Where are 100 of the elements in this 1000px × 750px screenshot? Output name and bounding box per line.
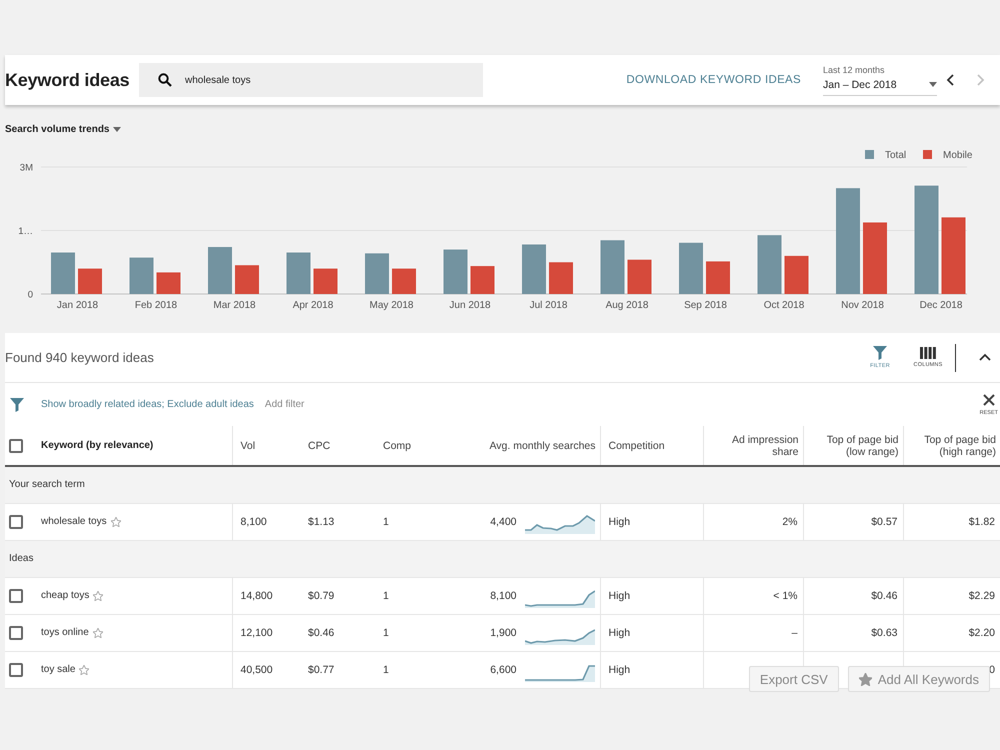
table-cell: High [600, 651, 703, 688]
chevron-right-icon [976, 74, 984, 86]
date-range-select[interactable]: Jan – Dec 2018 [823, 76, 937, 96]
download-link[interactable]: DOWNLOAD KEYWORD IDEAS [626, 74, 801, 86]
table-cell: $0.57 [803, 503, 903, 540]
x-tick-label: Sep 2018 [684, 300, 727, 311]
table-cell: $0.46 [300, 614, 375, 651]
table-cell: 1 [375, 503, 470, 540]
filter-icon [10, 398, 24, 412]
chart-bar [784, 256, 808, 294]
table-cell: High [600, 503, 703, 540]
search-count: 6,600 [490, 664, 516, 676]
table-cell: 1 [375, 577, 470, 614]
x-tick-label: Apr 2018 [292, 300, 334, 311]
trend-sparkline [524, 664, 594, 682]
y-tick-label: 1… [18, 226, 33, 237]
trend-sparkline [524, 590, 594, 608]
legend-label: Mobile [943, 150, 972, 161]
table-cell: 2% [703, 503, 803, 540]
date-range-label: Last 12 months [823, 64, 886, 76]
chart-bar [156, 272, 180, 294]
chart-bar [444, 250, 468, 294]
search-field[interactable]: wholesale toys [139, 63, 483, 97]
applied-filters-link[interactable]: Show broadly related ideas; Exclude adult ideas [41, 399, 254, 410]
keyword-text[interactable]: wholesale toys [41, 516, 107, 527]
trend-sparkline [524, 514, 594, 534]
results-summary: Found 940 keyword ideas [5, 350, 154, 365]
x-tick-label: Nov 2018 [841, 300, 884, 311]
page-title: Keyword ideas [5, 70, 130, 90]
chart-bar [51, 252, 75, 294]
row-checkbox[interactable] [9, 514, 23, 528]
x-tick-label: Jan 2018 [56, 300, 98, 311]
x-tick-label: Aug 2018 [606, 300, 648, 311]
star-icon [92, 628, 103, 638]
filter-icon [873, 346, 887, 360]
chart-bar [208, 247, 232, 294]
star-icon [110, 516, 121, 526]
star-icon [79, 664, 90, 674]
x-tick-label: May 2018 [370, 300, 414, 311]
row-checkbox[interactable] [9, 662, 23, 676]
x-tick-label: Feb 2018 [134, 300, 178, 311]
columns-icon [920, 347, 936, 359]
table-cell: High [600, 614, 703, 651]
table-cell: $0.46 [803, 577, 903, 614]
close-icon [982, 394, 995, 406]
chart-bar [235, 265, 259, 294]
table-cell: 40,500 [232, 651, 300, 688]
table-cell: $2.29 [903, 577, 1000, 614]
chart-bar [314, 268, 338, 294]
chart-bar [863, 222, 887, 294]
table-cell: 14,800 [232, 577, 300, 614]
select-all-checkbox[interactable] [9, 438, 23, 452]
table-cell: $0.79 [300, 577, 375, 614]
chart-bar [130, 258, 154, 294]
table-cell: $1.82 [903, 503, 1000, 540]
keyword-text[interactable]: toys online [41, 627, 89, 638]
caret-icon [113, 126, 122, 132]
chart-bar [392, 268, 416, 294]
table-cell: – [703, 614, 803, 651]
x-tick-label: Mar 2018 [213, 300, 256, 311]
trends-dropdown[interactable]: Search volume trends [5, 121, 122, 137]
chart-bar [628, 260, 652, 294]
y-tick-label: 0 [28, 290, 33, 300]
star-icon [93, 590, 104, 600]
search-icon [158, 73, 172, 87]
chevron-up-icon [979, 353, 991, 362]
y-tick-label: 3M [20, 162, 33, 174]
chart-bar [286, 252, 310, 294]
trend-sparkline [524, 628, 594, 644]
add-filter-button[interactable]: Add filter [264, 399, 304, 410]
chart-bar [600, 240, 624, 294]
table-cell: 1 [375, 614, 470, 651]
x-tick-label: Oct 2018 [764, 300, 804, 311]
star-icon [858, 672, 872, 686]
x-tick-label: Jun 2018 [449, 300, 491, 311]
search-count: 8,100 [490, 590, 516, 602]
chevron-left-icon [946, 74, 954, 86]
keyword-text[interactable]: toy sale [41, 664, 76, 675]
table-cell: $2.20 [903, 614, 1000, 651]
table-cell: < 1% [703, 577, 803, 614]
table-cell: $0.63 [803, 614, 903, 651]
chart-bar [78, 268, 102, 294]
row-checkbox[interactable] [9, 626, 23, 640]
row-checkbox[interactable] [9, 588, 23, 602]
table-cell: 8,100 [232, 503, 300, 540]
chart-bar [365, 253, 389, 294]
keyword-text[interactable]: cheap toys [41, 590, 90, 601]
chart-bar [549, 262, 573, 294]
legend-label: Total [885, 150, 906, 161]
table-cell: 12,100 [232, 614, 300, 651]
group-label: Ideas [5, 540, 1000, 577]
group-label: Your search term [5, 466, 1000, 503]
table-cell: $1.13 [300, 503, 375, 540]
x-tick-label: Jul 2018 [530, 300, 568, 311]
table-cell: High [600, 577, 703, 614]
table-cell: 1 [375, 651, 470, 688]
table-cell: $0.77 [300, 651, 375, 688]
chart-bar [706, 261, 730, 294]
chart-bar [679, 242, 703, 294]
chart-bar [758, 235, 782, 294]
